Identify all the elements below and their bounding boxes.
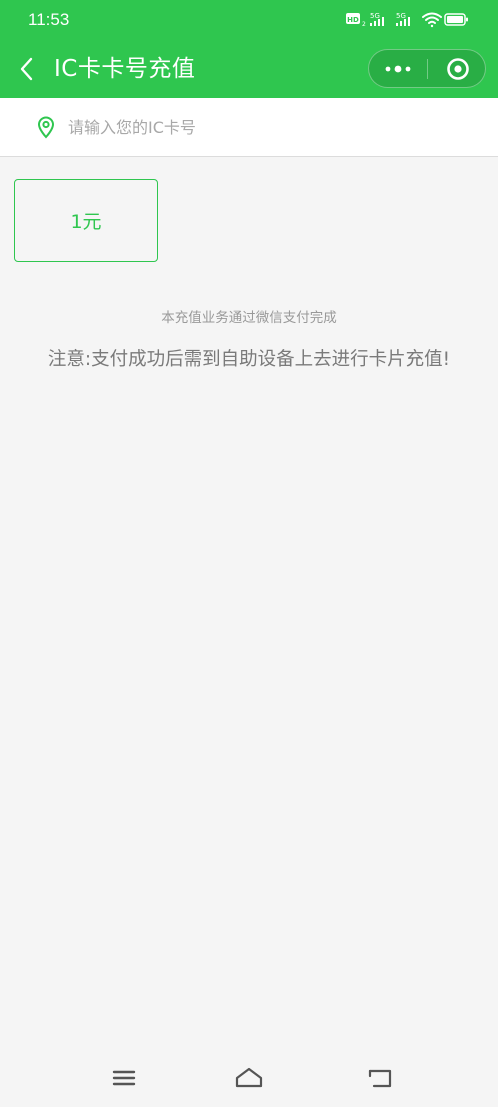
svg-text:5G: 5G — [396, 12, 406, 20]
more-dots-icon[interactable] — [369, 50, 427, 87]
chevron-left-icon[interactable] — [16, 56, 38, 82]
service-note: 本充值业务通过微信支付完成 — [161, 310, 337, 326]
page-title: IC卡卡号充值 — [54, 56, 196, 82]
battery-icon — [444, 13, 468, 26]
card-number-input[interactable] — [68, 112, 468, 142]
amount-label: 1元 — [70, 211, 102, 233]
warning-note: 注意:支付成功后需到自助设备上去进行卡片充值! — [47, 349, 451, 370]
5g-signal-icon: 5G — [396, 12, 410, 26]
location-pin-icon — [37, 116, 55, 139]
status-time: 11:53 — [28, 10, 70, 29]
target-circle-icon[interactable] — [428, 50, 486, 87]
svg-text:HD: HD — [347, 16, 359, 24]
wifi-icon — [422, 12, 442, 28]
home-icon[interactable] — [231, 1064, 267, 1092]
svg-text:5G: 5G — [370, 12, 380, 20]
svg-text:2: 2 — [362, 21, 366, 28]
hd-icon: HD 2 — [346, 13, 366, 28]
menu-icon[interactable] — [106, 1064, 142, 1092]
amount-option-1[interactable]: 1元 — [14, 179, 158, 262]
back-icon[interactable] — [362, 1064, 398, 1092]
system-navigation-bar — [0, 1056, 498, 1107]
capsule-menu — [368, 49, 486, 88]
status-icons: HD 2 5G 5G — [346, 12, 468, 28]
card-search-bar — [0, 98, 498, 157]
header: 11:53 HD 2 5G 5G IC卡卡号充值 — [0, 0, 498, 98]
5g-signal-icon: 5G — [370, 12, 384, 26]
